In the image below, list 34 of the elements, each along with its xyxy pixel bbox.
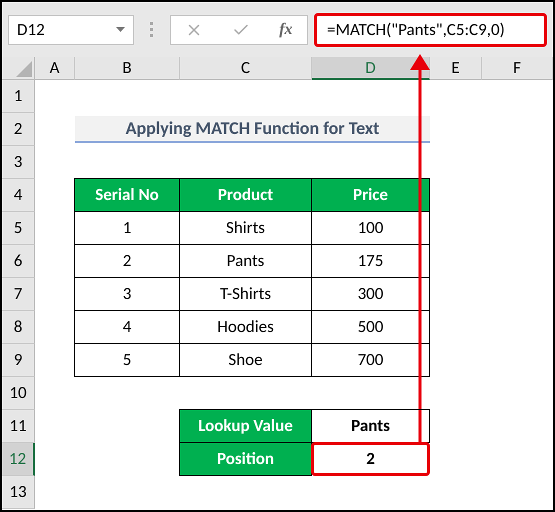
- column-header[interactable]: B: [75, 57, 180, 80]
- drag-handle-icon: [150, 22, 154, 38]
- table-header-cell: Serial No: [74, 178, 180, 212]
- lookup-label-cell: Lookup Value: [179, 409, 312, 443]
- row-header[interactable]: 9: [2, 344, 35, 377]
- row-header[interactable]: 6: [2, 245, 35, 278]
- row-header[interactable]: 5: [2, 212, 35, 245]
- column-header[interactable]: D: [312, 57, 430, 80]
- insert-function-button[interactable]: fx: [279, 18, 293, 42]
- table-header-cell: Price: [311, 178, 430, 212]
- row-header[interactable]: 2: [2, 113, 35, 146]
- lookup-value-cell: 2: [311, 442, 430, 476]
- row-header[interactable]: 7: [2, 278, 35, 311]
- column-header[interactable]: F: [482, 57, 553, 80]
- row-header[interactable]: 11: [2, 410, 35, 443]
- row-header[interactable]: 8: [2, 311, 35, 344]
- row-header[interactable]: 3: [2, 146, 35, 179]
- column-header[interactable]: E: [430, 57, 482, 80]
- sheet-title: Applying MATCH Function for Text: [75, 116, 430, 143]
- row-header[interactable]: 13: [2, 476, 35, 509]
- formula-field[interactable]: =MATCH("Pants",C5:C9,0): [314, 12, 547, 46]
- dropdown-caret-icon: [116, 27, 125, 32]
- select-all-icon[interactable]: [16, 61, 32, 77]
- column-header[interactable]: A: [35, 57, 75, 80]
- row-header[interactable]: 4: [2, 179, 35, 212]
- name-box[interactable]: D12: [8, 14, 134, 44]
- table-header-cell: Product: [179, 178, 312, 212]
- column-header[interactable]: C: [180, 57, 312, 80]
- row-header[interactable]: 10: [2, 377, 35, 410]
- lookup-label-cell: Position: [179, 442, 312, 476]
- table-cell: 700: [311, 343, 430, 377]
- row-header[interactable]: 12: [2, 443, 35, 476]
- row-header[interactable]: 1: [2, 80, 35, 113]
- table-cell: 5: [74, 343, 180, 377]
